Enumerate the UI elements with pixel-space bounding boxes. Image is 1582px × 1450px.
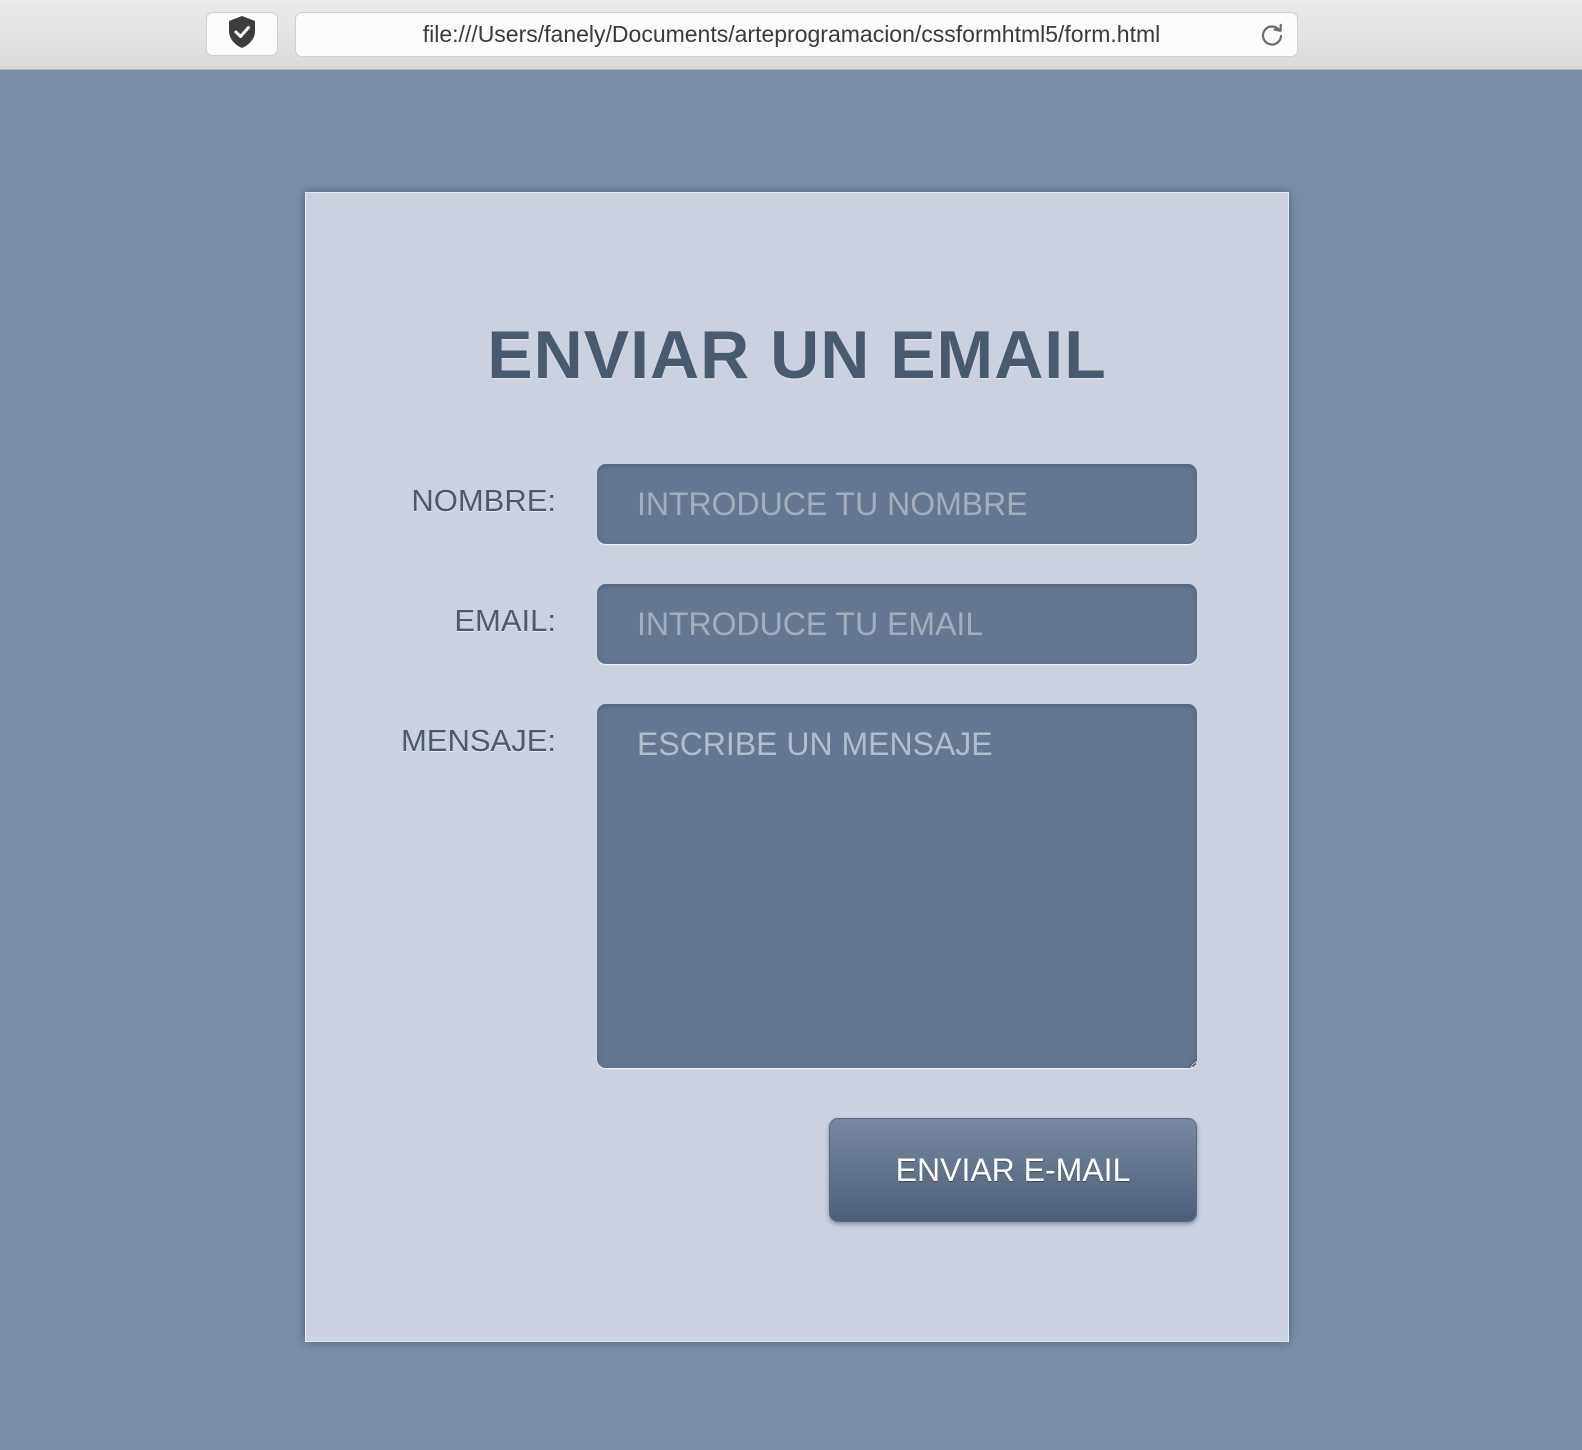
privacy-shield-button[interactable] (206, 12, 278, 56)
email-label: EMAIL: (454, 603, 556, 638)
mensaje-textarea[interactable] (597, 704, 1197, 1068)
browser-toolbar: file:///Users/fanely/Documents/arteprogr… (0, 0, 1582, 70)
reload-icon[interactable] (1259, 22, 1285, 48)
email-form-card: ENVIAR UN EMAIL NOMBRE: EMAIL: MENSAJE: … (305, 192, 1289, 1342)
nombre-input[interactable] (597, 464, 1197, 544)
send-email-button[interactable]: ENVIAR E-MAIL (829, 1118, 1197, 1222)
mensaje-label: MENSAJE: (400, 723, 556, 758)
email-input[interactable] (597, 584, 1197, 664)
nombre-label: NOMBRE: (411, 483, 556, 518)
address-bar[interactable]: file:///Users/fanely/Documents/arteprogr… (295, 12, 1298, 57)
form-title: ENVIAR UN EMAIL (487, 317, 1107, 393)
url-text[interactable]: file:///Users/fanely/Documents/arteprogr… (296, 13, 1247, 56)
shield-check-icon (227, 15, 257, 54)
